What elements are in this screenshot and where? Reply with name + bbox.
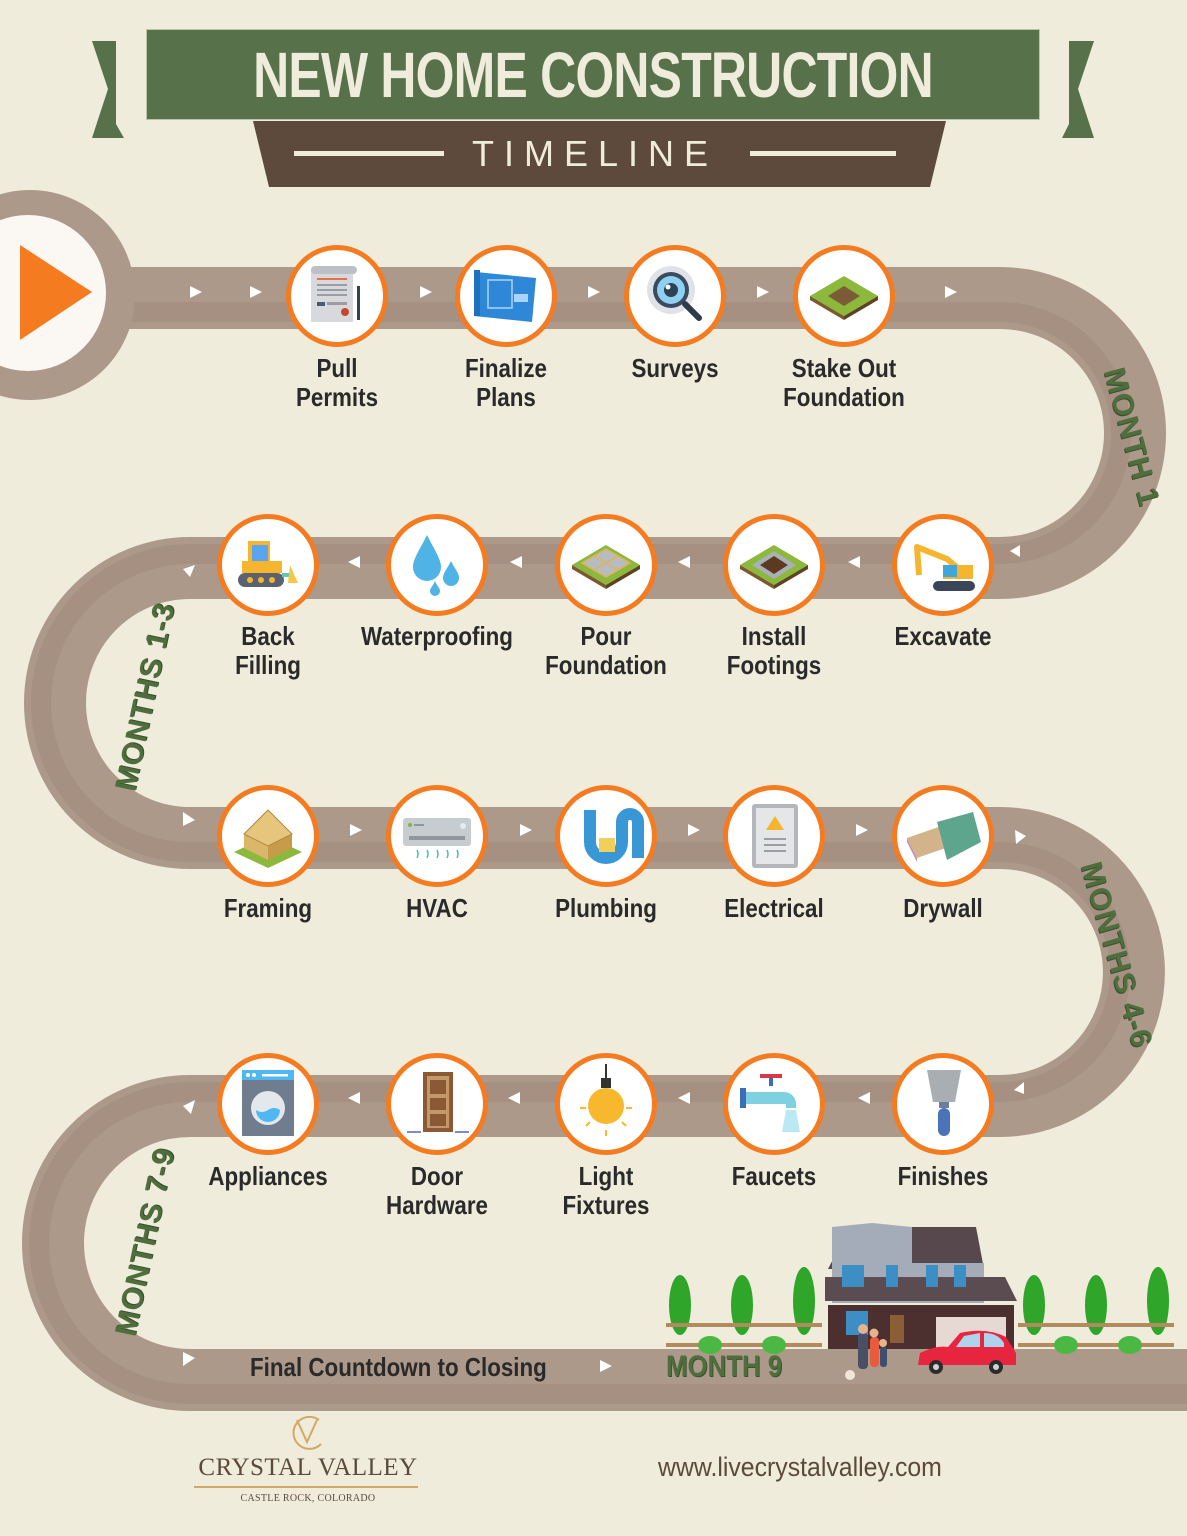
staked-lot-icon bbox=[810, 276, 878, 320]
air-conditioner-icon bbox=[403, 818, 471, 859]
house-family-car-illustration bbox=[666, 1223, 1174, 1380]
step-door-hardware[interactable] bbox=[386, 1053, 488, 1155]
step-waterproofing[interactable] bbox=[386, 514, 488, 616]
logo-name: CRYSTAL VALLEY bbox=[198, 1454, 418, 1481]
step-label: Back Filling bbox=[235, 621, 301, 680]
step-finalize-plans[interactable] bbox=[455, 245, 557, 347]
step-back-filling[interactable] bbox=[217, 514, 319, 616]
step-label: Waterproofing bbox=[361, 621, 513, 651]
excavator-icon bbox=[914, 544, 975, 591]
page-subtitle: TIMELINE bbox=[471, 133, 719, 174]
drywall-sheet-icon bbox=[907, 812, 981, 862]
ribbon-right bbox=[1062, 41, 1094, 138]
step-label: Stake Out Foundation bbox=[783, 353, 905, 412]
step-label: Excavate bbox=[894, 621, 992, 651]
putty-knife-icon bbox=[927, 1070, 961, 1136]
footings-icon bbox=[740, 545, 808, 589]
step-surveys[interactable] bbox=[624, 245, 726, 347]
ribbon-left bbox=[92, 41, 124, 138]
step-appliances[interactable] bbox=[217, 1053, 319, 1155]
step-label: Surveys bbox=[631, 353, 719, 383]
step-label: Plumbing bbox=[555, 893, 657, 923]
water-drops-icon bbox=[413, 535, 459, 596]
house-frame-icon bbox=[234, 809, 302, 868]
step-label: Finishes bbox=[897, 1161, 989, 1191]
logo-tagline: CASTLE ROCK, COLORADO bbox=[240, 1493, 376, 1504]
logo-rule bbox=[194, 1486, 418, 1488]
foundation-slab-icon bbox=[572, 545, 640, 589]
step-plumbing[interactable] bbox=[555, 785, 657, 887]
step-install-footings[interactable] bbox=[723, 514, 825, 616]
step-pull-permits[interactable] bbox=[286, 245, 388, 347]
step-finishes[interactable] bbox=[892, 1053, 994, 1155]
step-drywall[interactable] bbox=[892, 785, 994, 887]
electrical-panel-icon bbox=[752, 804, 798, 868]
door-icon bbox=[407, 1072, 469, 1133]
step-label: Pull Permits bbox=[295, 353, 379, 412]
pipe-icon bbox=[584, 808, 644, 864]
step-framing[interactable] bbox=[217, 785, 319, 887]
step-label: Install Footings bbox=[726, 621, 822, 680]
step-label: Drywall bbox=[903, 893, 983, 923]
washing-machine-icon bbox=[242, 1070, 294, 1136]
final-countdown-label: Final Countdown to Closing bbox=[250, 1352, 547, 1382]
page-title: NEW HOME CONSTRUCTION bbox=[253, 39, 933, 111]
step-light-fixtures[interactable] bbox=[555, 1053, 657, 1155]
step-electrical[interactable] bbox=[723, 785, 825, 887]
step-faucets[interactable] bbox=[723, 1053, 825, 1155]
magnifier-eye-icon bbox=[647, 266, 702, 321]
step-stake-out-foundation[interactable] bbox=[793, 245, 895, 347]
crystal-valley-logo-icon bbox=[292, 1415, 322, 1450]
step-label: Finalize Plans bbox=[464, 353, 547, 412]
website-link[interactable]: www.livecrystalvalley.com bbox=[658, 1452, 942, 1483]
step-label: Faucets bbox=[731, 1161, 817, 1191]
step-excavate[interactable] bbox=[892, 514, 994, 616]
step-label: Appliances bbox=[208, 1161, 328, 1191]
step-label: HVAC bbox=[406, 893, 468, 923]
permit-document-icon bbox=[311, 266, 360, 322]
step-pour-foundation[interactable] bbox=[555, 514, 657, 616]
step-label: Electrical bbox=[724, 893, 824, 923]
faucet-icon bbox=[740, 1074, 800, 1132]
step-hvac[interactable] bbox=[386, 785, 488, 887]
bulldozer-icon bbox=[238, 541, 298, 587]
blueprint-icon bbox=[474, 270, 536, 322]
step-label: Pour Foundation bbox=[545, 621, 667, 680]
step-label: Framing bbox=[223, 893, 313, 923]
light-bulb-icon bbox=[580, 1064, 632, 1136]
step-label: Door Hardware bbox=[386, 1161, 488, 1220]
